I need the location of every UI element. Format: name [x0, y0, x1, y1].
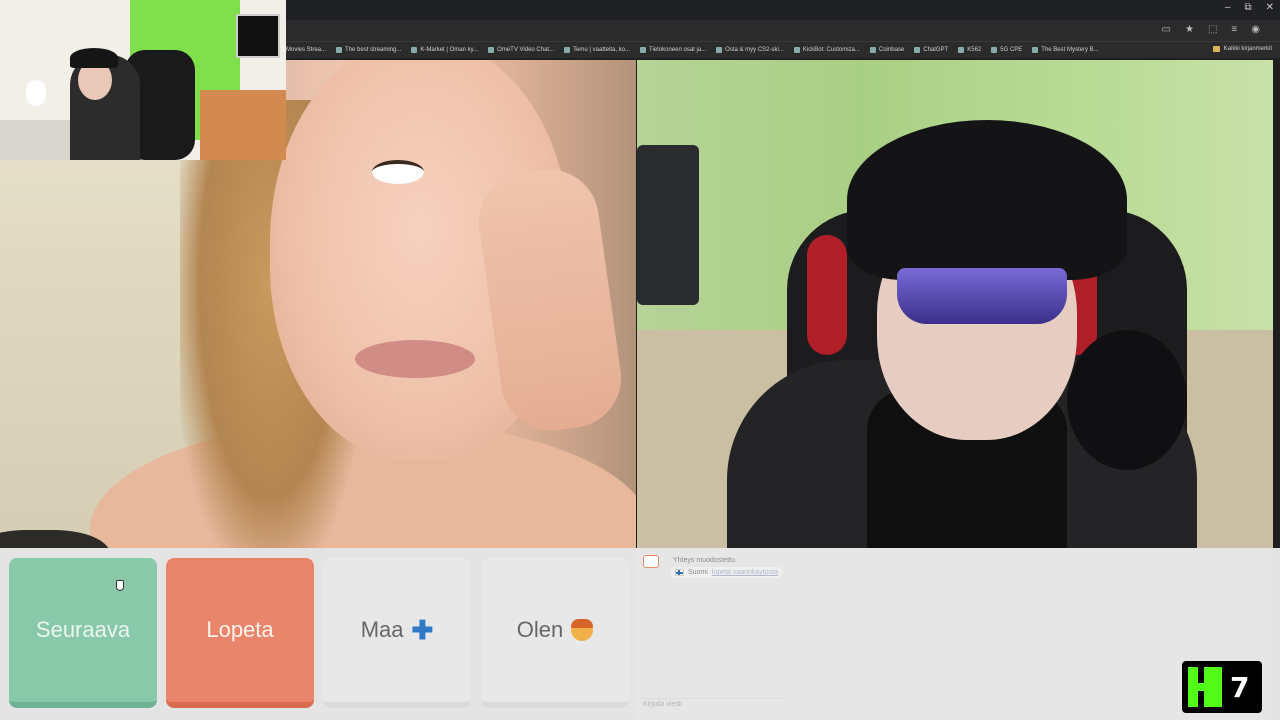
- toolbar-icons: ▭ ★ ⬚ ≡ ◉: [1162, 24, 1260, 35]
- menu-icon[interactable]: ≡: [1231, 24, 1237, 35]
- sunglasses: [897, 268, 1067, 324]
- bookmark-favicon-icon: [914, 47, 921, 53]
- bookmark-label: The best streaming...: [345, 47, 402, 53]
- bookmark-favicon-icon: [564, 47, 571, 53]
- finland-flag-icon: [675, 569, 684, 576]
- bookmark-item[interactable]: Coinbase: [869, 47, 905, 53]
- chat-input[interactable]: Kirjoita viesti: [643, 698, 783, 708]
- all-bookmarks[interactable]: Kaikki kirjanmerkit: [1212, 46, 1272, 52]
- profile-icon[interactable]: ◉: [1251, 24, 1260, 35]
- all-bookmarks-label: Kaikki kirjanmerkit: [1223, 46, 1272, 52]
- country-message: Suomi lopeta vaarinkaytosta: [671, 567, 782, 578]
- bookmark-favicon-icon: [411, 47, 418, 53]
- bookmark-favicon-icon: [958, 47, 965, 53]
- bookmark-favicon-icon: [488, 47, 495, 53]
- bookmark-item[interactable]: The best streaming...: [336, 47, 401, 53]
- stop-label: Lopeta: [206, 617, 274, 642]
- bookmark-label: Coinbase: [878, 47, 905, 53]
- microphone: [1067, 330, 1187, 470]
- finland-flag-icon: ✚: [411, 614, 434, 645]
- stop-button[interactable]: Lopeta: [166, 558, 314, 708]
- bookmark-item[interactable]: OmeTV Video Chat...: [488, 47, 554, 53]
- bookmark-favicon-icon: [1032, 47, 1039, 53]
- report-link[interactable]: lopeta vaarinkaytosta: [712, 569, 778, 576]
- bookmark-favicon-icon: [991, 47, 998, 53]
- bookmark-item[interactable]: The Best Mystery B...: [1032, 47, 1099, 53]
- restore-icon[interactable]: ⧉: [1244, 2, 1251, 13]
- cap: [70, 48, 118, 68]
- monitor: [236, 14, 280, 58]
- self-video: [637, 60, 1273, 548]
- bookmark-favicon-icon: [640, 47, 647, 53]
- bookmark-item[interactable]: 5G CPE: [991, 47, 1022, 53]
- microphone: [26, 80, 46, 106]
- bookmark-item[interactable]: Temu | vaatteita, ko...: [564, 47, 630, 53]
- bookmark-label: Movies Strea...: [286, 47, 327, 53]
- bookmark-favicon-icon: [793, 47, 800, 53]
- bookmark-label: ChatGPT: [923, 47, 949, 53]
- bookmark-label: K-Market | Oman ky...: [420, 47, 479, 53]
- bookmark-label: OmeTV Video Chat...: [497, 47, 555, 53]
- bookmark-item[interactable]: K-Market | Oman ky...: [411, 47, 478, 53]
- bookmark-star-icon[interactable]: ★: [1185, 24, 1194, 35]
- minimize-icon[interactable]: –: [1225, 2, 1231, 13]
- bookmark-item[interactable]: ChatGPT: [914, 47, 948, 53]
- bookmark-item[interactable]: Osta & myy CS2-ski...: [716, 47, 784, 53]
- bookmark-label: 5G CPE: [1000, 47, 1023, 53]
- kick-k-icon: [1188, 667, 1222, 707]
- bookmark-label: Temu | vaatteita, ko...: [573, 47, 631, 53]
- cast-icon[interactable]: ▭: [1162, 24, 1171, 35]
- extensions-icon[interactable]: ⬚: [1208, 24, 1217, 35]
- next-label: Seuraava: [35, 617, 131, 642]
- headphone-left: [807, 235, 847, 355]
- bookmark-label: Osta & myy CS2-ski...: [725, 47, 784, 53]
- bookmark-favicon-icon: [716, 47, 723, 53]
- bookmark-item[interactable]: Tietokoneen osat ja...: [640, 47, 706, 53]
- folder-icon: [1212, 46, 1220, 52]
- bookmark-label: The Best Mystery B...: [1041, 47, 1099, 53]
- chat-panel: Yhteys muodostettu. Suomi lopeta vaarink…: [637, 548, 1273, 720]
- tv-logo-icon: [643, 555, 659, 568]
- country-name: Suomi: [688, 569, 708, 576]
- system-message: Yhteys muodostettu.: [673, 557, 737, 564]
- country-label: Maa: [360, 617, 404, 642]
- suitcase: [637, 145, 699, 305]
- control-panel: Seuraava Lopeta Maa ✚ Olen Yhteys muodos…: [0, 548, 1280, 720]
- webcam-overlay: [0, 0, 286, 160]
- country-button[interactable]: Maa ✚: [323, 558, 471, 708]
- bookmark-label: K562: [967, 47, 982, 53]
- close-icon[interactable]: ✕: [1266, 2, 1274, 13]
- kick-overlay-logo: 7: [1182, 661, 1262, 713]
- bookmark-favicon-icon: [336, 47, 343, 53]
- window-controls: – ⧉ ✕: [1225, 2, 1274, 13]
- bookmark-item[interactable]: KickBot: Customiza...: [793, 47, 860, 53]
- mouse-cursor-icon: [116, 580, 124, 591]
- bookmark-favicon-icon: [869, 47, 876, 53]
- bookmark-label: KickBot: Customiza...: [802, 47, 860, 53]
- next-button[interactable]: Seuraava: [9, 558, 157, 708]
- gender-label: Olen: [516, 617, 564, 642]
- boy-emoji-icon: [571, 619, 594, 641]
- bookmark-item[interactable]: Movies Strea...: [286, 47, 326, 53]
- floor: [200, 90, 286, 160]
- lips: [355, 340, 475, 378]
- kick-number: 7: [1230, 670, 1250, 704]
- bookmark-item[interactable]: K562: [958, 47, 981, 53]
- gender-button[interactable]: Olen: [481, 558, 629, 708]
- bookmark-label: Tietokoneen osat ja...: [649, 47, 707, 53]
- eye: [372, 160, 424, 184]
- cap: [847, 120, 1127, 280]
